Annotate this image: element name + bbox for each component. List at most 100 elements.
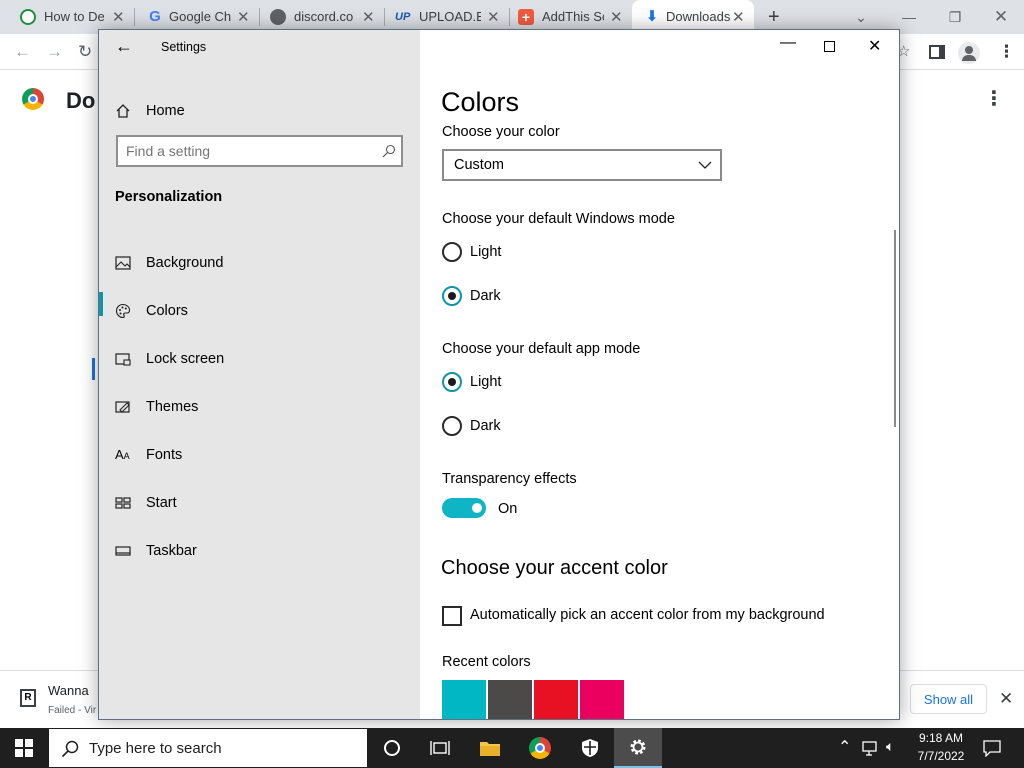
auto-accent-checkbox[interactable] — [442, 606, 462, 626]
radio-label: Dark — [470, 288, 501, 304]
chevron-up-icon[interactable]: ⌃ — [838, 737, 851, 757]
find-setting-search[interactable] — [116, 135, 403, 167]
tab-title: discord.co — [294, 9, 354, 24]
page-selection-indicator — [92, 358, 95, 380]
start-icon — [115, 497, 131, 509]
taskbar-icon — [115, 546, 131, 556]
picture-icon — [115, 256, 131, 270]
notification-icon[interactable] — [983, 739, 1001, 757]
home-nav-item[interactable]: Home — [99, 90, 420, 134]
recent-color-swatch[interactable] — [488, 680, 532, 719]
cortana-circle-icon — [384, 740, 400, 756]
content-scrollbar[interactable] — [894, 230, 896, 427]
transparency-heading: Transparency effects — [442, 471, 577, 487]
chrome-logo-icon — [529, 737, 551, 759]
sidebar-item-lock-screen[interactable]: Lock screen — [99, 338, 420, 382]
maximize-icon[interactable] — [824, 41, 835, 52]
fonts-icon: AA — [115, 447, 130, 462]
tab-title: Downloads — [666, 9, 731, 24]
choose-color-label: Choose your color — [442, 124, 560, 140]
taskbar-search-placeholder: Type here to search — [89, 740, 222, 757]
close-window-icon[interactable]: ✕ — [978, 0, 1024, 34]
file-explorer-button[interactable] — [466, 728, 514, 768]
windows-mode-dark-radio[interactable] — [442, 286, 462, 306]
back-arrow-icon[interactable]: ← — [115, 36, 133, 57]
transparency-toggle[interactable] — [442, 498, 486, 518]
close-tab-icon[interactable]: ✕ — [732, 8, 745, 26]
close-tab-icon[interactable]: ✕ — [610, 8, 623, 26]
taskbar-search-box[interactable]: Type here to search — [48, 728, 368, 768]
dropdown-value: Custom — [454, 157, 504, 173]
personalization-heading: Personalization — [115, 189, 223, 205]
settings-taskbar-button[interactable] — [614, 728, 662, 768]
tab-title: UPLOAD.EL — [419, 9, 481, 24]
show-all-downloads-button[interactable]: Show all — [910, 684, 987, 714]
app-mode-light-radio[interactable] — [442, 372, 462, 392]
reload-icon[interactable]: ↻ — [78, 42, 92, 62]
tab-title: How to De — [44, 9, 104, 24]
close-tab-icon[interactable]: ✕ — [487, 8, 500, 26]
chrome-logo-icon — [22, 88, 44, 110]
folder-icon — [480, 742, 500, 756]
page-title: Colors — [441, 87, 520, 117]
sidebar-item-label: Start — [146, 495, 177, 511]
downloads-menu-icon[interactable]: ⋮ — [984, 86, 1004, 111]
recent-color-swatch[interactable] — [580, 680, 624, 719]
side-panel-icon[interactable] — [929, 45, 945, 59]
task-view-icon — [430, 741, 450, 755]
restore-icon[interactable]: ❐ — [932, 0, 978, 34]
sidebar-item-background[interactable]: Background — [99, 242, 420, 286]
accent-color-heading: Choose your accent color — [441, 557, 668, 579]
sidebar-item-label: Colors — [146, 303, 188, 319]
sidebar-item-start[interactable]: Start — [99, 482, 420, 526]
start-button[interactable] — [0, 728, 48, 768]
sidebar-item-label: Themes — [146, 399, 199, 415]
close-icon[interactable]: ✕ — [868, 36, 881, 56]
search-input[interactable] — [126, 141, 366, 161]
close-shelf-icon[interactable]: ✕ — [999, 689, 1013, 709]
network-icon[interactable] — [862, 740, 880, 756]
clock-time[interactable]: 9:18 AM — [916, 731, 966, 745]
chrome-logo-center — [535, 743, 545, 753]
app-mode-dark-radio[interactable] — [442, 416, 462, 436]
gear-icon — [630, 739, 646, 755]
radio-label: Dark — [470, 418, 501, 434]
sidebar-item-colors[interactable]: Colors — [99, 290, 420, 334]
profile-avatar[interactable] — [958, 42, 980, 64]
clock-date[interactable]: 7/7/2022 — [912, 749, 970, 763]
profile-body-icon — [962, 55, 976, 61]
windows-logo-icon — [15, 739, 33, 757]
windows-mode-light-radio[interactable] — [442, 242, 462, 262]
radio-label: Light — [470, 374, 502, 390]
search-icon — [61, 740, 79, 758]
minimize-icon[interactable]: — — [780, 34, 796, 52]
volume-icon[interactable]: 🔈︎ — [886, 738, 894, 755]
recent-colors-heading: Recent colors — [442, 654, 531, 670]
close-tab-icon[interactable]: ✕ — [237, 8, 250, 26]
task-view-button[interactable] — [416, 728, 464, 768]
recent-color-swatch[interactable] — [534, 680, 578, 719]
color-mode-dropdown[interactable]: Custom — [442, 149, 722, 181]
chevron-down-icon — [698, 161, 712, 169]
chrome-taskbar-button[interactable] — [516, 728, 564, 768]
google-favicon-icon: G — [149, 8, 161, 25]
close-tab-icon[interactable]: ✕ — [112, 8, 125, 26]
addthis-favicon-icon: + — [518, 9, 534, 25]
desktop: How to De ✕ G Google Ch ✕ discord.co ✕ U… — [0, 0, 1024, 768]
recent-color-swatch[interactable] — [442, 680, 486, 719]
upload-favicon-icon: UP — [395, 11, 411, 23]
globe-favicon-icon — [270, 9, 286, 25]
search-icon — [382, 144, 396, 158]
chrome-menu-icon[interactable]: ⋮ — [998, 42, 1015, 62]
security-taskbar-button[interactable] — [566, 728, 614, 768]
close-tab-icon[interactable]: ✕ — [362, 8, 375, 26]
sidebar-item-taskbar[interactable]: Taskbar — [99, 530, 420, 574]
download-favicon-icon: ⬇ — [645, 8, 659, 25]
sidebar-item-themes[interactable]: Themes — [99, 386, 420, 430]
download-name[interactable]: Wanna — [48, 683, 89, 698]
back-icon[interactable]: ← — [14, 42, 31, 62]
forward-icon[interactable]: → — [46, 42, 63, 62]
sidebar-item-fonts[interactable]: AA Fonts — [99, 434, 420, 478]
palette-icon — [115, 303, 131, 319]
cortana-button[interactable] — [368, 728, 416, 768]
